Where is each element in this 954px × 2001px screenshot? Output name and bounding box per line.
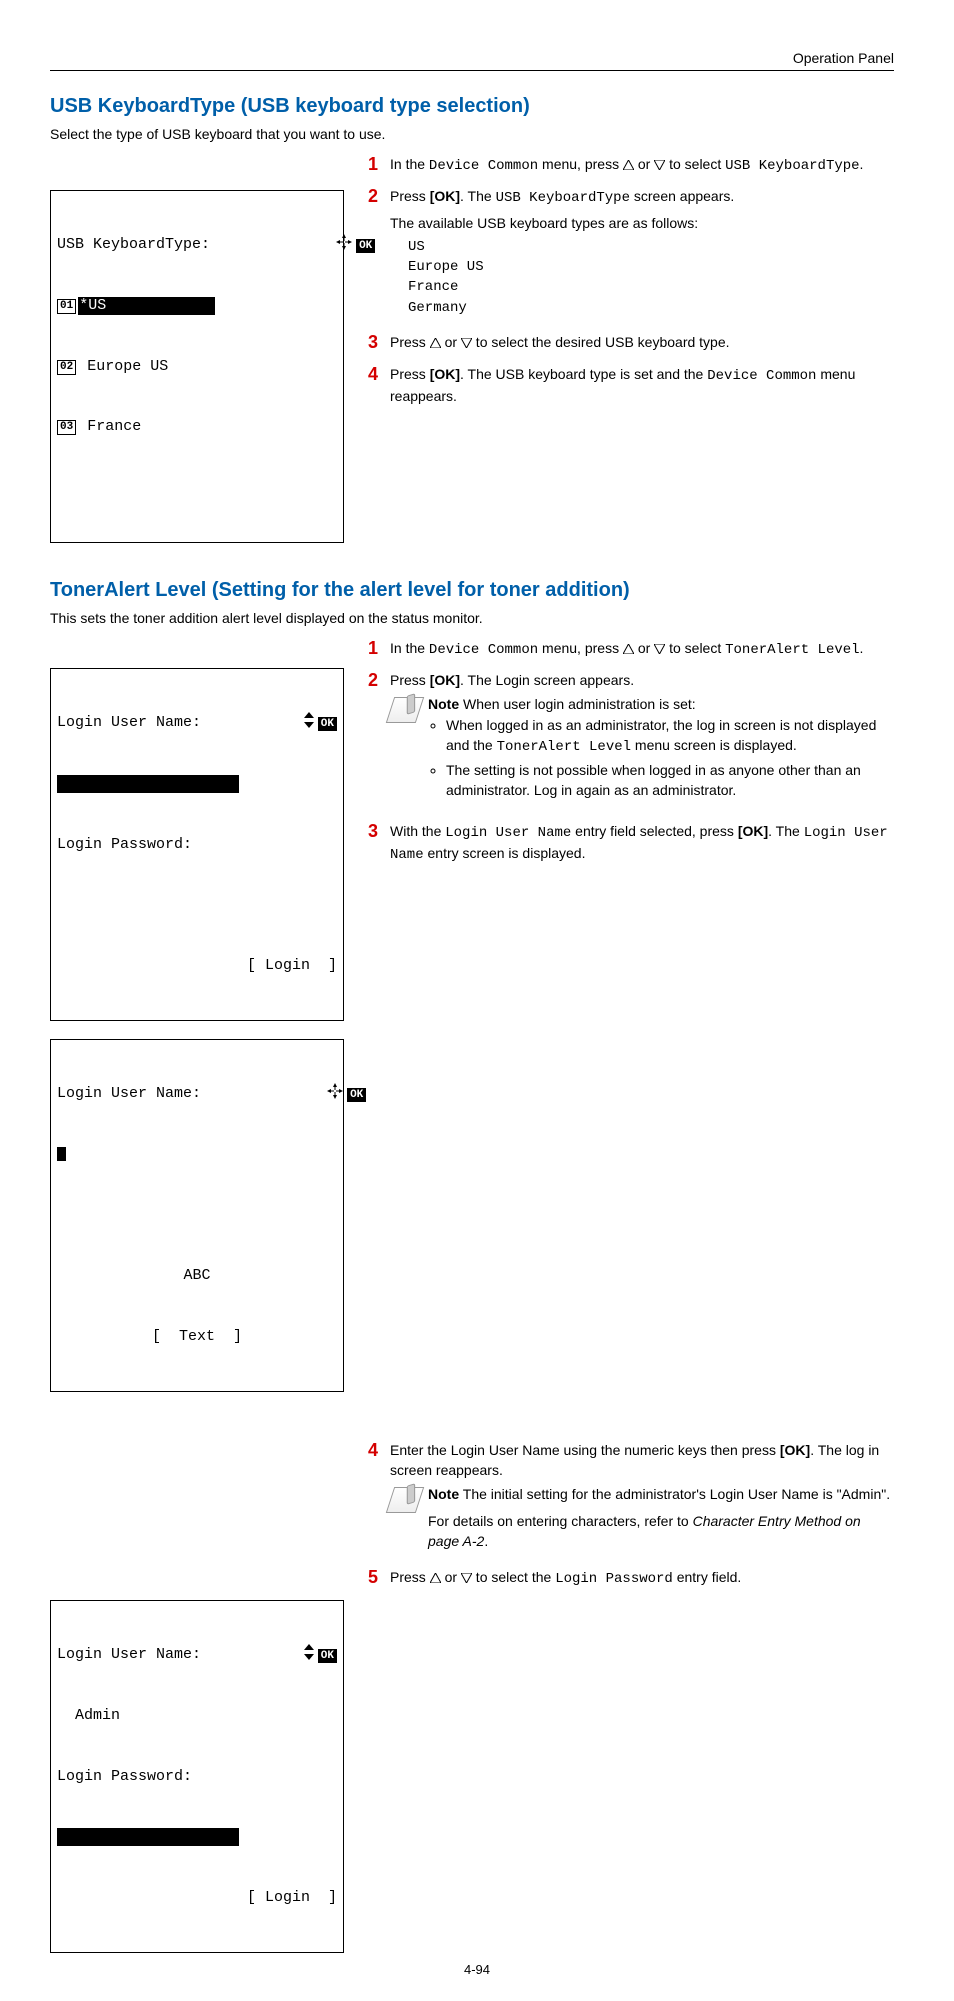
note-body: Note The initial setting for the adminis… xyxy=(428,1485,894,1552)
up-arrow-icon xyxy=(623,639,634,659)
note-icon xyxy=(386,1487,424,1513)
step-number: 3 xyxy=(368,821,390,866)
kb-option: France xyxy=(408,277,894,297)
step-number: 1 xyxy=(368,638,390,660)
lcd-line: ABC xyxy=(57,1266,337,1286)
kb-option: US xyxy=(408,237,894,257)
step-number: 4 xyxy=(368,364,390,407)
lcd-softkey: [ Text ] xyxy=(57,1327,337,1347)
step-body: Press or to select the Login Password en… xyxy=(390,1567,894,1589)
step-body: Press or to select the desired USB keybo… xyxy=(390,332,894,354)
up-arrow-icon xyxy=(623,155,634,175)
list-index: 01 xyxy=(57,299,76,314)
kb-option: Europe US xyxy=(408,257,894,277)
section2-intro: This sets the toner addition alert level… xyxy=(50,610,894,626)
lcd-usb-keyboardtype: USB KeyboardType: OK 01*US 02 Europe US … xyxy=(50,190,344,543)
list-index: 02 xyxy=(57,360,76,375)
list-item: *US xyxy=(78,297,215,315)
list-index: 03 xyxy=(57,420,76,435)
step-body: Press [OK]. The USB KeyboardType screen … xyxy=(390,186,894,322)
lcd-title: USB KeyboardType: xyxy=(57,235,210,255)
step-body: In the Device Common menu, press or to s… xyxy=(390,154,894,176)
ok-badge: OK xyxy=(318,1649,337,1663)
header-section-label: Operation Panel xyxy=(50,50,894,66)
lcd-softkey: [ Login ] xyxy=(57,1888,337,1908)
ok-badge: OK xyxy=(356,239,375,253)
step-number: 1 xyxy=(368,154,390,176)
down-arrow-icon xyxy=(461,1568,472,1588)
list-item: Europe US xyxy=(78,358,168,375)
lcd-line: Admin xyxy=(57,1706,337,1726)
lcd-line: Login Password: xyxy=(57,1767,337,1787)
step-number: 2 xyxy=(368,670,390,810)
down-arrow-icon xyxy=(461,333,472,353)
page-number: 4-94 xyxy=(0,1962,954,1977)
step-body: Enter the Login User Name using the nume… xyxy=(390,1440,894,1557)
field-highlight xyxy=(57,775,239,793)
step-body: Press [OK]. The Login screen appears. No… xyxy=(390,670,894,810)
updown-arrows-icon xyxy=(304,712,314,735)
diamond-arrows-icon xyxy=(210,214,352,278)
step-number: 4 xyxy=(368,1440,390,1557)
field-highlight xyxy=(57,1828,239,1846)
lcd-title: Login User Name: xyxy=(57,1084,201,1104)
step-number: 3 xyxy=(368,332,390,354)
lcd-title: Login User Name: xyxy=(57,1645,201,1665)
lcd-line: Login Password: xyxy=(57,835,337,855)
section1-title: USB KeyboardType (USB keyboard type sele… xyxy=(50,95,894,118)
lcd-title: Login User Name: xyxy=(57,713,201,733)
section2-title: TonerAlert Level (Setting for the alert … xyxy=(50,579,894,602)
section1-intro: Select the type of USB keyboard that you… xyxy=(50,126,894,142)
up-arrow-icon xyxy=(430,333,441,353)
list-item: France xyxy=(78,418,141,435)
down-arrow-icon xyxy=(654,639,665,659)
step-body: Press [OK]. The USB keyboard type is set… xyxy=(390,364,894,407)
note-icon xyxy=(386,697,424,723)
ok-badge: OK xyxy=(347,1088,366,1102)
up-arrow-icon xyxy=(430,1568,441,1588)
step-body: In the Device Common menu, press or to s… xyxy=(390,638,894,660)
step-number: 5 xyxy=(368,1567,390,1589)
lcd-login-screen: Login User Name: OK Login Password: [ Lo… xyxy=(50,668,344,1021)
updown-arrows-icon xyxy=(304,1644,314,1667)
lcd-username-entry: Login User Name: OK ABC [ Text ] xyxy=(50,1039,344,1392)
lcd-login-password: Login User Name: OK Admin Login Password… xyxy=(50,1600,344,1953)
down-arrow-icon xyxy=(654,155,665,175)
ok-badge: OK xyxy=(318,717,337,731)
kb-option: Germany xyxy=(408,298,894,318)
header-rule xyxy=(50,70,894,71)
lcd-softkey: [ Login ] xyxy=(57,956,337,976)
note-body: Note When user login administration is s… xyxy=(428,695,894,805)
diamond-arrows-icon xyxy=(201,1063,343,1127)
step-body: With the Login User Name entry field sel… xyxy=(390,821,894,866)
text-cursor xyxy=(57,1147,66,1161)
